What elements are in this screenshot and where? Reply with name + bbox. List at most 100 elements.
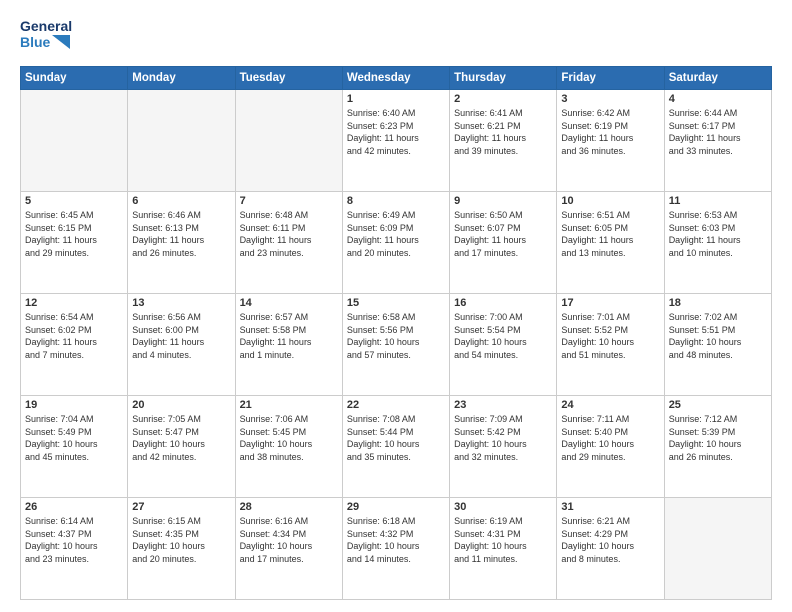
day-number: 11: [669, 195, 767, 207]
day-info: Sunrise: 7:01 AM Sunset: 5:52 PM Dayligh…: [561, 311, 659, 361]
day-info: Sunrise: 7:08 AM Sunset: 5:44 PM Dayligh…: [347, 413, 445, 463]
calendar-cell: 27 Sunrise: 6:15 AM Sunset: 4:35 PM Dayli…: [128, 498, 235, 600]
logo-arrow-icon: [52, 35, 70, 49]
day-info: Sunrise: 6:57 AM Sunset: 5:58 PM Dayligh…: [240, 311, 338, 361]
day-number: 30: [454, 501, 552, 513]
calendar-cell: 17 Sunrise: 7:01 AM Sunset: 5:52 PM Dayli…: [557, 294, 664, 396]
weekday-header-row: SundayMondayTuesdayWednesdayThursdayFrid…: [21, 67, 772, 90]
weekday-friday: Friday: [557, 67, 664, 90]
calendar-cell: 9 Sunrise: 6:50 AM Sunset: 6:07 PM Daylig…: [450, 192, 557, 294]
calendar-cell: 5Sunrise: 6:45 AM Sunset: 6:15 PM Daylig…: [21, 192, 128, 294]
day-number: 19: [25, 399, 123, 411]
day-number: 14: [240, 297, 338, 309]
day-number: 8: [347, 195, 445, 207]
calendar-cell: 11 Sunrise: 6:53 AM Sunset: 6:03 PM Dayli…: [664, 192, 771, 294]
calendar-cell: 19Sunrise: 7:04 AM Sunset: 5:49 PM Dayli…: [21, 396, 128, 498]
day-number: 17: [561, 297, 659, 309]
weekday-thursday: Thursday: [450, 67, 557, 90]
day-info: Sunrise: 6:48 AM Sunset: 6:11 PM Dayligh…: [240, 209, 338, 259]
page: General Blue SundayMondayTuesdayWednesda…: [0, 0, 792, 612]
calendar-cell: 25 Sunrise: 7:12 AM Sunset: 5:39 PM Dayli…: [664, 396, 771, 498]
logo-text-blue: Blue: [20, 34, 50, 50]
day-number: 27: [132, 501, 230, 513]
weekday-saturday: Saturday: [664, 67, 771, 90]
day-number: 7: [240, 195, 338, 207]
calendar-cell: 6Sunrise: 6:46 AM Sunset: 6:13 PM Daylig…: [128, 192, 235, 294]
calendar-cell: 18Sunrise: 7:02 AM Sunset: 5:51 PM Dayli…: [664, 294, 771, 396]
weekday-sunday: Sunday: [21, 67, 128, 90]
day-info: Sunrise: 6:46 AM Sunset: 6:13 PM Dayligh…: [132, 209, 230, 259]
day-number: 24: [561, 399, 659, 411]
week-row-2: 5Sunrise: 6:45 AM Sunset: 6:15 PM Daylig…: [21, 192, 772, 294]
calendar-cell: [128, 90, 235, 192]
calendar-cell: 26 Sunrise: 6:14 AM Sunset: 4:37 PM Dayli…: [21, 498, 128, 600]
calendar-cell: 2 Sunrise: 6:41 AM Sunset: 6:21 PM Daylig…: [450, 90, 557, 192]
week-row-4: 19Sunrise: 7:04 AM Sunset: 5:49 PM Dayli…: [21, 396, 772, 498]
calendar-cell: 14 Sunrise: 6:57 AM Sunset: 5:58 PM Dayli…: [235, 294, 342, 396]
calendar-cell: 10Sunrise: 6:51 AM Sunset: 6:05 PM Dayli…: [557, 192, 664, 294]
day-info: Sunrise: 6:40 AM Sunset: 6:23 PM Dayligh…: [347, 107, 445, 157]
weekday-wednesday: Wednesday: [342, 67, 449, 90]
calendar-cell: 13 Sunrise: 6:56 AM Sunset: 6:00 PM Dayli…: [128, 294, 235, 396]
day-number: 3: [561, 93, 659, 105]
week-row-3: 12 Sunrise: 6:54 AM Sunset: 6:02 PM Dayli…: [21, 294, 772, 396]
weekday-tuesday: Tuesday: [235, 67, 342, 90]
calendar-cell: 29 Sunrise: 6:18 AM Sunset: 4:32 PM Dayli…: [342, 498, 449, 600]
logo-graphic: General Blue: [20, 18, 72, 58]
day-info: Sunrise: 6:58 AM Sunset: 5:56 PM Dayligh…: [347, 311, 445, 361]
header: General Blue: [20, 18, 772, 58]
day-info: Sunrise: 6:49 AM Sunset: 6:09 PM Dayligh…: [347, 209, 445, 259]
calendar-cell: [664, 498, 771, 600]
day-info: Sunrise: 6:54 AM Sunset: 6:02 PM Dayligh…: [25, 311, 123, 361]
day-info: Sunrise: 6:53 AM Sunset: 6:03 PM Dayligh…: [669, 209, 767, 259]
day-info: Sunrise: 6:56 AM Sunset: 6:00 PM Dayligh…: [132, 311, 230, 361]
day-number: 2: [454, 93, 552, 105]
calendar-cell: 23Sunrise: 7:09 AM Sunset: 5:42 PM Dayli…: [450, 396, 557, 498]
calendar-cell: 8 Sunrise: 6:49 AM Sunset: 6:09 PM Daylig…: [342, 192, 449, 294]
weekday-monday: Monday: [128, 67, 235, 90]
day-number: 20: [132, 399, 230, 411]
calendar-cell: 22 Sunrise: 7:08 AM Sunset: 5:44 PM Dayli…: [342, 396, 449, 498]
day-number: 13: [132, 297, 230, 309]
day-number: 12: [25, 297, 123, 309]
day-info: Sunrise: 7:12 AM Sunset: 5:39 PM Dayligh…: [669, 413, 767, 463]
calendar-cell: 15Sunrise: 6:58 AM Sunset: 5:56 PM Dayli…: [342, 294, 449, 396]
day-number: 23: [454, 399, 552, 411]
day-info: Sunrise: 6:42 AM Sunset: 6:19 PM Dayligh…: [561, 107, 659, 157]
calendar-cell: 4Sunrise: 6:44 AM Sunset: 6:17 PM Daylig…: [664, 90, 771, 192]
day-number: 25: [669, 399, 767, 411]
day-info: Sunrise: 6:44 AM Sunset: 6:17 PM Dayligh…: [669, 107, 767, 157]
day-number: 22: [347, 399, 445, 411]
calendar-cell: 20 Sunrise: 7:05 AM Sunset: 5:47 PM Dayli…: [128, 396, 235, 498]
day-info: Sunrise: 6:18 AM Sunset: 4:32 PM Dayligh…: [347, 515, 445, 565]
logo-container: General Blue: [20, 18, 72, 58]
day-info: Sunrise: 7:05 AM Sunset: 5:47 PM Dayligh…: [132, 413, 230, 463]
day-info: Sunrise: 6:50 AM Sunset: 6:07 PM Dayligh…: [454, 209, 552, 259]
calendar-cell: [235, 90, 342, 192]
day-number: 16: [454, 297, 552, 309]
calendar-cell: 3 Sunrise: 6:42 AM Sunset: 6:19 PM Daylig…: [557, 90, 664, 192]
day-number: 31: [561, 501, 659, 513]
day-info: Sunrise: 6:41 AM Sunset: 6:21 PM Dayligh…: [454, 107, 552, 157]
calendar-table: SundayMondayTuesdayWednesdayThursdayFrid…: [20, 66, 772, 600]
calendar-cell: 1 Sunrise: 6:40 AM Sunset: 6:23 PM Daylig…: [342, 90, 449, 192]
calendar-cell: 21Sunrise: 7:06 AM Sunset: 5:45 PM Dayli…: [235, 396, 342, 498]
week-row-5: 26 Sunrise: 6:14 AM Sunset: 4:37 PM Dayli…: [21, 498, 772, 600]
day-info: Sunrise: 6:15 AM Sunset: 4:35 PM Dayligh…: [132, 515, 230, 565]
day-info: Sunrise: 6:16 AM Sunset: 4:34 PM Dayligh…: [240, 515, 338, 565]
day-number: 9: [454, 195, 552, 207]
calendar-cell: 12 Sunrise: 6:54 AM Sunset: 6:02 PM Dayli…: [21, 294, 128, 396]
calendar-cell: 31Sunrise: 6:21 AM Sunset: 4:29 PM Dayli…: [557, 498, 664, 600]
calendar-cell: 28Sunrise: 6:16 AM Sunset: 4:34 PM Dayli…: [235, 498, 342, 600]
calendar-cell: 30 Sunrise: 6:19 AM Sunset: 4:31 PM Dayli…: [450, 498, 557, 600]
day-number: 26: [25, 501, 123, 513]
day-number: 29: [347, 501, 445, 513]
day-number: 10: [561, 195, 659, 207]
day-info: Sunrise: 6:14 AM Sunset: 4:37 PM Dayligh…: [25, 515, 123, 565]
day-number: 5: [25, 195, 123, 207]
day-number: 1: [347, 93, 445, 105]
day-info: Sunrise: 7:02 AM Sunset: 5:51 PM Dayligh…: [669, 311, 767, 361]
calendar-cell: 7 Sunrise: 6:48 AM Sunset: 6:11 PM Daylig…: [235, 192, 342, 294]
day-info: Sunrise: 7:11 AM Sunset: 5:40 PM Dayligh…: [561, 413, 659, 463]
day-info: Sunrise: 6:19 AM Sunset: 4:31 PM Dayligh…: [454, 515, 552, 565]
